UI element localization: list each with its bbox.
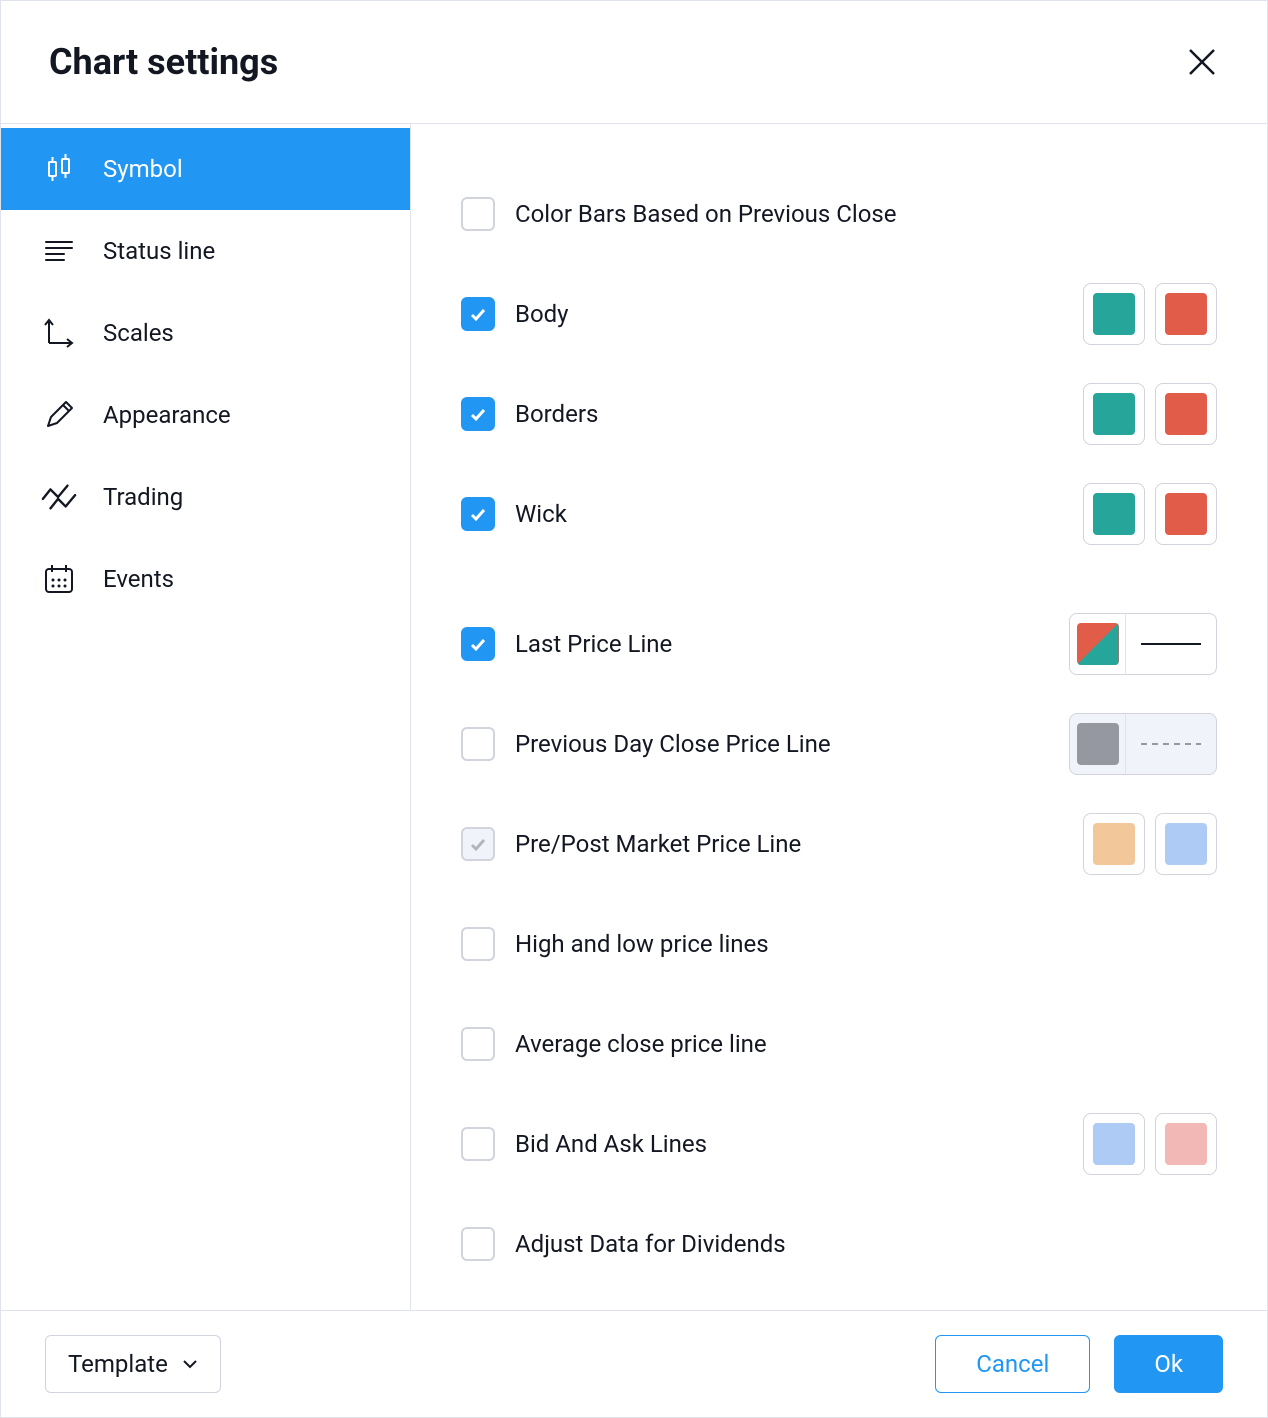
settings-content: Color Bars Based on Previous Close Body [411, 124, 1267, 1310]
close-icon [1187, 47, 1217, 77]
option-label: Previous Day Close Price Line [515, 730, 831, 758]
checkbox-color-prev-close[interactable] [461, 197, 495, 231]
checkbox-high-low[interactable] [461, 927, 495, 961]
body-up-color[interactable] [1083, 283, 1145, 345]
ask-color[interactable] [1155, 1113, 1217, 1175]
checkmark-icon [468, 504, 488, 524]
sidebar-item-symbol[interactable]: Symbol [1, 128, 410, 210]
option-last-price-line: Last Price Line [461, 594, 1217, 694]
sidebar-item-appearance[interactable]: Appearance [1, 374, 410, 456]
chart-settings-dialog: Chart settings [0, 0, 1268, 1418]
checkmark-icon [468, 634, 488, 654]
option-label: Average close price line [515, 1030, 767, 1058]
sidebar-item-label: Events [103, 565, 174, 593]
checkbox-avg-close[interactable] [461, 1027, 495, 1061]
sidebar-item-scales[interactable]: Scales [1, 292, 410, 374]
option-avg-close: Average close price line [461, 994, 1217, 1094]
calendar-icon [41, 561, 77, 597]
option-label: Last Price Line [515, 630, 672, 658]
borders-up-color[interactable] [1083, 383, 1145, 445]
checkbox-adjust-dividends[interactable] [461, 1227, 495, 1261]
lines-icon [41, 233, 77, 269]
checkbox-bid-ask[interactable] [461, 1127, 495, 1161]
checkbox-borders[interactable] [461, 397, 495, 431]
candles-icon [41, 151, 77, 187]
checkbox-body[interactable] [461, 297, 495, 331]
option-label: Adjust Data for Dividends [515, 1230, 786, 1258]
option-label: Borders [515, 400, 598, 428]
checkbox-pre-post-market[interactable] [461, 827, 495, 861]
option-label: Wick [515, 500, 567, 528]
checkbox-wick[interactable] [461, 497, 495, 531]
option-bid-ask: Bid And Ask Lines [461, 1094, 1217, 1194]
option-borders: Borders [461, 364, 1217, 464]
borders-down-color[interactable] [1155, 383, 1217, 445]
settings-sidebar: Symbol Status line [1, 124, 411, 1310]
option-body: Body [461, 264, 1217, 364]
option-pre-post-market: Pre/Post Market Price Line [461, 794, 1217, 894]
pencil-icon [41, 397, 77, 433]
option-high-low: High and low price lines [461, 894, 1217, 994]
wick-down-color[interactable] [1155, 483, 1217, 545]
dialog-title: Chart settings [49, 41, 278, 83]
line-dashed-icon [1141, 742, 1201, 746]
checkbox-last-price-line[interactable] [461, 627, 495, 661]
bid-color[interactable] [1083, 1113, 1145, 1175]
sidebar-item-label: Scales [103, 319, 174, 347]
trend-icon [41, 479, 77, 515]
ok-button[interactable]: Ok [1114, 1335, 1223, 1393]
dual-color-swatch [1077, 623, 1119, 665]
pre-market-color[interactable] [1083, 813, 1145, 875]
dialog-body: Symbol Status line [1, 124, 1267, 1310]
post-market-color[interactable] [1155, 813, 1217, 875]
template-dropdown[interactable]: Template [45, 1335, 221, 1393]
sidebar-item-label: Status line [103, 237, 215, 265]
option-adjust-dividends: Adjust Data for Dividends [461, 1194, 1217, 1294]
wick-up-color[interactable] [1083, 483, 1145, 545]
checkmark-icon [468, 304, 488, 324]
option-label: Body [515, 300, 569, 328]
option-wick: Wick [461, 464, 1217, 564]
axes-icon [41, 315, 77, 351]
sidebar-item-events[interactable]: Events [1, 538, 410, 620]
checkmark-icon [468, 404, 488, 424]
option-label: Color Bars Based on Previous Close [515, 200, 897, 228]
sidebar-item-label: Symbol [103, 155, 183, 183]
close-button[interactable] [1185, 45, 1219, 79]
option-prev-day-close: Previous Day Close Price Line [461, 694, 1217, 794]
checkmark-icon [468, 834, 488, 854]
option-label: Pre/Post Market Price Line [515, 830, 801, 858]
checkbox-prev-day-close[interactable] [461, 727, 495, 761]
option-color-prev-close: Color Bars Based on Previous Close [461, 164, 1217, 264]
dialog-footer: Template Cancel Ok [1, 1310, 1267, 1417]
last-price-line-style[interactable] [1069, 613, 1217, 675]
sidebar-item-status-line[interactable]: Status line [1, 210, 410, 292]
option-label: High and low price lines [515, 930, 769, 958]
option-label: Bid And Ask Lines [515, 1130, 707, 1158]
template-label: Template [68, 1350, 168, 1378]
sidebar-item-trading[interactable]: Trading [1, 456, 410, 538]
chevron-down-icon [182, 1359, 198, 1369]
sidebar-item-label: Trading [103, 483, 183, 511]
line-solid-icon [1141, 642, 1201, 646]
cancel-button[interactable]: Cancel [935, 1335, 1090, 1393]
prev-day-close-style[interactable] [1069, 713, 1217, 775]
dialog-header: Chart settings [1, 1, 1267, 124]
sidebar-item-label: Appearance [103, 401, 231, 429]
body-down-color[interactable] [1155, 283, 1217, 345]
